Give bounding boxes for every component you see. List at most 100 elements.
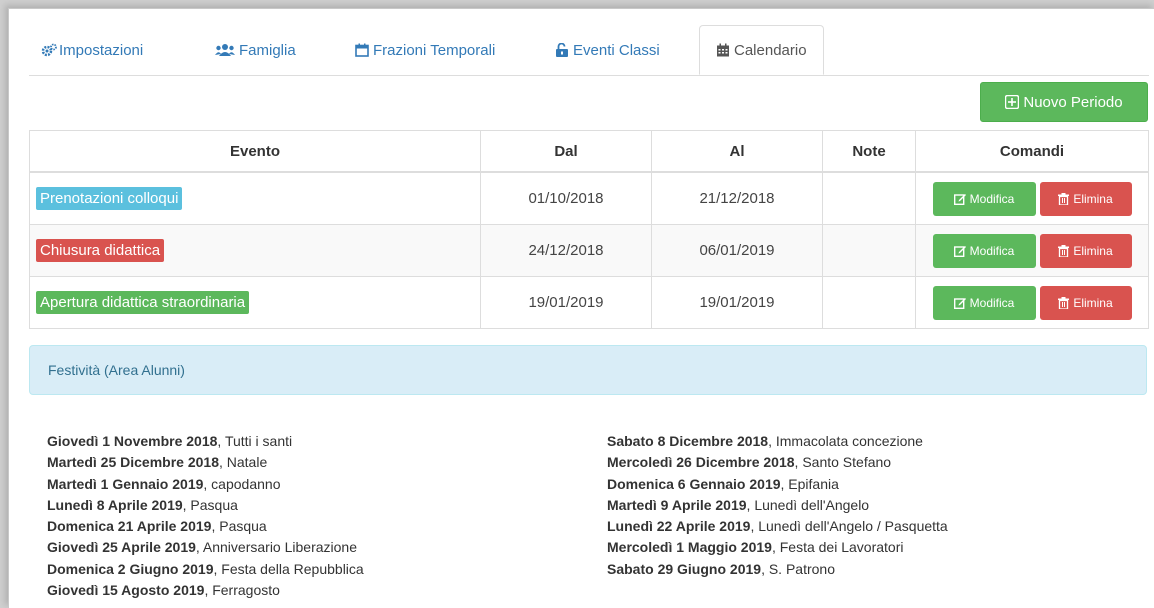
tab-calendario[interactable]: Calendario <box>699 25 824 75</box>
edit-label: Modifica <box>969 191 1015 206</box>
tab-eventi-classi[interactable]: Eventi Classi <box>555 25 660 75</box>
event-label: Chiusura didattica <box>36 239 165 262</box>
events-table: Evento Dal Al Note Comandi Prenotazioni … <box>29 130 1149 329</box>
cogs-icon <box>41 43 57 57</box>
edit-label: Modifica <box>969 295 1015 310</box>
tab-label: Calendario <box>734 41 807 59</box>
holiday-item: Mercoledì 1 Maggio 2019, Festa dei Lavor… <box>607 537 948 558</box>
table-row: Chiusura didattica 24/12/2018 06/01/2019… <box>29 224 1149 277</box>
holiday-name: , Festa dei Lavoratori <box>771 539 904 556</box>
holiday-date: Mercoledì 1 Maggio 2019 <box>607 539 772 556</box>
holiday-date: Domenica 2 Giugno 2019 <box>47 560 214 577</box>
holiday-date: Giovedì 15 Agosto 2019 <box>47 582 205 599</box>
table-row: Apertura didattica straordinaria 19/01/2… <box>29 276 1149 329</box>
edit-label: Modifica <box>969 243 1015 258</box>
holiday-date: Sabato 8 Dicembre 2018 <box>607 433 769 449</box>
note-cell <box>822 224 916 277</box>
event-label: Prenotazioni colloqui <box>36 187 183 210</box>
holiday-item: Domenica 6 Gennaio 2019, Epifania <box>607 474 948 495</box>
holidays-list-right: Sabato 8 Dicembre 2018, Immacolata conce… <box>607 431 948 580</box>
edit-icon <box>953 297 966 309</box>
tab-label: Famiglia <box>239 41 296 59</box>
tab-label: Frazioni Temporali <box>373 41 496 59</box>
holiday-date: Domenica 6 Gennaio 2019 <box>607 475 781 492</box>
holiday-item: Sabato 29 Giugno 2019, S. Patrono <box>607 559 948 580</box>
event-cell: Apertura didattica straordinaria <box>29 276 481 329</box>
event-cell: Prenotazioni colloqui <box>29 171 481 225</box>
holiday-name: , Natale <box>218 454 268 471</box>
holiday-date: Lunedì 22 Aprile 2019 <box>607 518 751 535</box>
delete-button[interactable]: Elimina <box>1039 285 1132 320</box>
event-label: Apertura didattica straordinaria <box>36 291 250 314</box>
holiday-name: , Ferragosto <box>204 582 280 599</box>
delete-button[interactable]: Elimina <box>1039 233 1132 268</box>
holiday-date: Mercoledì 26 Dicembre 2018 <box>607 454 795 471</box>
plus-square-icon <box>1005 95 1020 109</box>
col-header-evento: Evento <box>29 130 481 173</box>
holiday-date: Martedì 1 Gennaio 2019 <box>47 475 204 492</box>
holiday-name: , capodanno <box>203 475 281 492</box>
holiday-item: Giovedì 25 Aprile 2019, Anniversario Lib… <box>47 537 364 558</box>
holiday-date: Martedì 25 Dicembre 2018 <box>47 454 219 471</box>
date-to-cell: 19/01/2019 <box>651 276 823 329</box>
delete-label: Elimina <box>1073 295 1113 310</box>
holiday-item: Martedì 1 Gennaio 2019, capodanno <box>47 474 364 495</box>
event-cell: Chiusura didattica <box>29 224 481 277</box>
holiday-name: , Lunedì dell'Angelo <box>746 496 870 513</box>
commands-cell: Modifica Elimina <box>915 276 1149 329</box>
holidays-panel-title: Festività (Area Alunni) <box>48 362 185 378</box>
holiday-name: , S. Patrono <box>761 560 835 577</box>
holiday-item: Mercoledì 26 Dicembre 2018, Santo Stefan… <box>607 452 948 473</box>
new-period-button[interactable]: Nuovo Periodo <box>980 82 1148 122</box>
tab-label: Impostazioni <box>59 41 144 59</box>
col-header-al: Al <box>651 130 823 173</box>
tab-bar: Impostazioni Famiglia Frazioni Temporali… <box>29 25 1149 76</box>
date-to-cell: 06/01/2019 <box>651 224 823 277</box>
commands-cell: Modifica Elimina <box>915 171 1149 225</box>
trash-icon <box>1058 192 1070 205</box>
holiday-item: Lunedì 8 Aprile 2019, Pasqua <box>47 495 364 516</box>
date-from-cell: 01/10/2018 <box>480 171 652 225</box>
holiday-item: Martedì 9 Aprile 2019, Lunedì dell'Angel… <box>607 495 948 516</box>
edit-button[interactable]: Modifica <box>932 285 1036 320</box>
holiday-date: Martedì 9 Aprile 2019 <box>607 496 747 513</box>
unlock-icon <box>555 42 569 57</box>
delete-label: Elimina <box>1073 191 1113 206</box>
holiday-item: Domenica 2 Giugno 2019, Festa della Repu… <box>47 559 364 580</box>
holiday-date: Giovedì 25 Aprile 2019 <box>47 539 196 556</box>
holiday-name: , Immacolata concezione <box>768 433 923 449</box>
holiday-name: , Anniversario Liberazione <box>195 539 357 556</box>
note-cell <box>822 276 916 329</box>
new-period-label: Nuovo Periodo <box>1023 93 1123 111</box>
holiday-name: , Lunedì dell'Angelo / Pasquetta <box>750 518 948 535</box>
holiday-item: Sabato 8 Dicembre 2018, Immacolata conce… <box>607 431 948 452</box>
edit-button[interactable]: Modifica <box>932 233 1036 268</box>
delete-button[interactable]: Elimina <box>1039 181 1132 216</box>
col-header-comandi: Comandi <box>915 130 1149 173</box>
edit-icon <box>953 193 966 205</box>
holiday-name: , Santo Stefano <box>794 454 892 471</box>
col-header-dal: Dal <box>480 130 652 173</box>
edit-button[interactable]: Modifica <box>932 181 1036 216</box>
holiday-name: , Festa della Repubblica <box>213 560 364 577</box>
col-header-note: Note <box>822 130 916 173</box>
holiday-date: Domenica 21 Aprile 2019 <box>47 518 212 535</box>
tab-impostazioni[interactable]: Impostazioni <box>41 25 143 75</box>
holiday-item: Giovedì 1 Novembre 2018, Tutti i santi <box>47 431 364 452</box>
delete-label: Elimina <box>1073 243 1113 258</box>
date-from-cell: 19/01/2019 <box>480 276 652 329</box>
tab-label: Eventi Classi <box>573 41 660 59</box>
holidays-panel: Festività (Area Alunni) <box>29 345 1147 395</box>
tab-frazioni-temporali[interactable]: Frazioni Temporali <box>355 25 495 75</box>
holiday-item: Giovedì 15 Agosto 2019, Ferragosto <box>47 580 364 601</box>
holiday-name: , Tutti i santi <box>217 433 293 449</box>
trash-icon <box>1058 296 1070 309</box>
tab-famiglia[interactable]: Famiglia <box>215 25 296 75</box>
users-icon <box>215 43 235 57</box>
date-to-cell: 21/12/2018 <box>651 171 823 225</box>
holidays-list-left: Giovedì 1 Novembre 2018, Tutti i santi M… <box>47 431 364 601</box>
holiday-item: Lunedì 22 Aprile 2019, Lunedì dell'Angel… <box>607 516 948 537</box>
calendar-icon <box>716 43 730 57</box>
date-from-cell: 24/12/2018 <box>480 224 652 277</box>
trash-icon <box>1058 244 1070 257</box>
